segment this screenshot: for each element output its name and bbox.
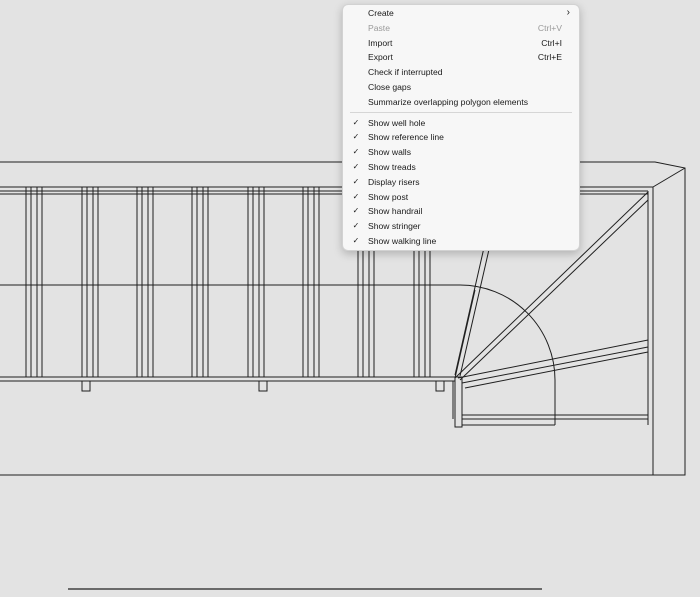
walking-line-arc [459,284,556,425]
post-2 [258,380,268,392]
checkmark-icon: ✓ [352,176,360,186]
checkmark-icon: ✓ [352,206,360,216]
menu-item-shortcut: Ctrl+E [537,52,562,63]
checkmark-icon: ✓ [352,191,360,201]
menu-item-summarize-overlapping[interactable]: Summarize overlapping polygon elements [343,95,579,110]
menu-item-label: Export [368,52,393,63]
menu-item-show-walking-line[interactable]: ✓ Show walking line [343,234,579,249]
menu-item-label: Show treads [368,161,416,172]
menu-item-show-post[interactable]: ✓ Show post [343,190,579,205]
wall-corner-line [652,167,686,188]
menu-item-import[interactable]: Import Ctrl+I [343,36,579,51]
menu-item-show-handrail[interactable]: ✓ Show handrail [343,204,579,219]
menu-item-show-walls[interactable]: ✓ Show walls [343,145,579,160]
menu-item-label: Show walking line [368,235,437,246]
checkmark-icon: ✓ [352,147,360,157]
menu-item-label: Show walls [368,147,411,158]
menu-item-label: Display risers [368,176,420,187]
checkmark-icon: ✓ [352,161,360,171]
checkmark-icon: ✓ [352,117,360,127]
post-1 [81,380,91,392]
menu-item-show-well-hole[interactable]: ✓ Show well hole [343,116,579,131]
context-menu: Create › Paste Ctrl+V Import Ctrl+I Export Ctrl… [342,4,580,251]
menu-item-check-if-interrupted[interactable]: Check if interrupted [343,65,579,80]
menu-item-label: Import [368,37,393,48]
menu-item-create[interactable]: Create › [343,6,579,21]
menu-item-label: Show handrail [368,206,423,217]
menu-item-label: Create [368,8,394,18]
menu-item-shortcut: Ctrl+I [541,37,562,48]
checkmark-icon: ✓ [352,235,360,245]
menu-separator [350,112,572,113]
checkmark-icon: ✓ [352,221,360,231]
horizontal-scrollbar[interactable] [68,588,542,590]
menu-item-show-reference-line[interactable]: ✓ Show reference line [343,130,579,145]
menu-item-label: Close gaps [368,82,411,92]
menu-item-label: Summarize overlapping polygon elements [368,96,529,107]
menu-item-show-stringer[interactable]: ✓ Show stringer [343,219,579,234]
menu-item-label: Show well hole [368,117,426,128]
menu-item-close-gaps[interactable]: Close gaps [343,80,579,95]
chevron-right-icon: › [566,7,570,18]
menu-item-label: Show stringer [368,221,421,232]
menu-item-label: Paste [368,22,390,33]
post-3 [435,380,445,392]
menu-item-paste: Paste Ctrl+V [343,21,579,36]
menu-item-display-risers[interactable]: ✓ Display risers [343,175,579,190]
checkmark-icon: ✓ [352,132,360,142]
menu-item-label: Show reference line [368,132,444,143]
menu-item-show-treads[interactable]: ✓ Show treads [343,160,579,175]
menu-item-shortcut: Ctrl+V [537,22,562,33]
menu-item-label: Show post [368,191,409,202]
corner-post [454,376,463,428]
menu-item-label: Check if interrupted [368,67,443,78]
menu-item-export[interactable]: Export Ctrl+E [343,50,579,65]
